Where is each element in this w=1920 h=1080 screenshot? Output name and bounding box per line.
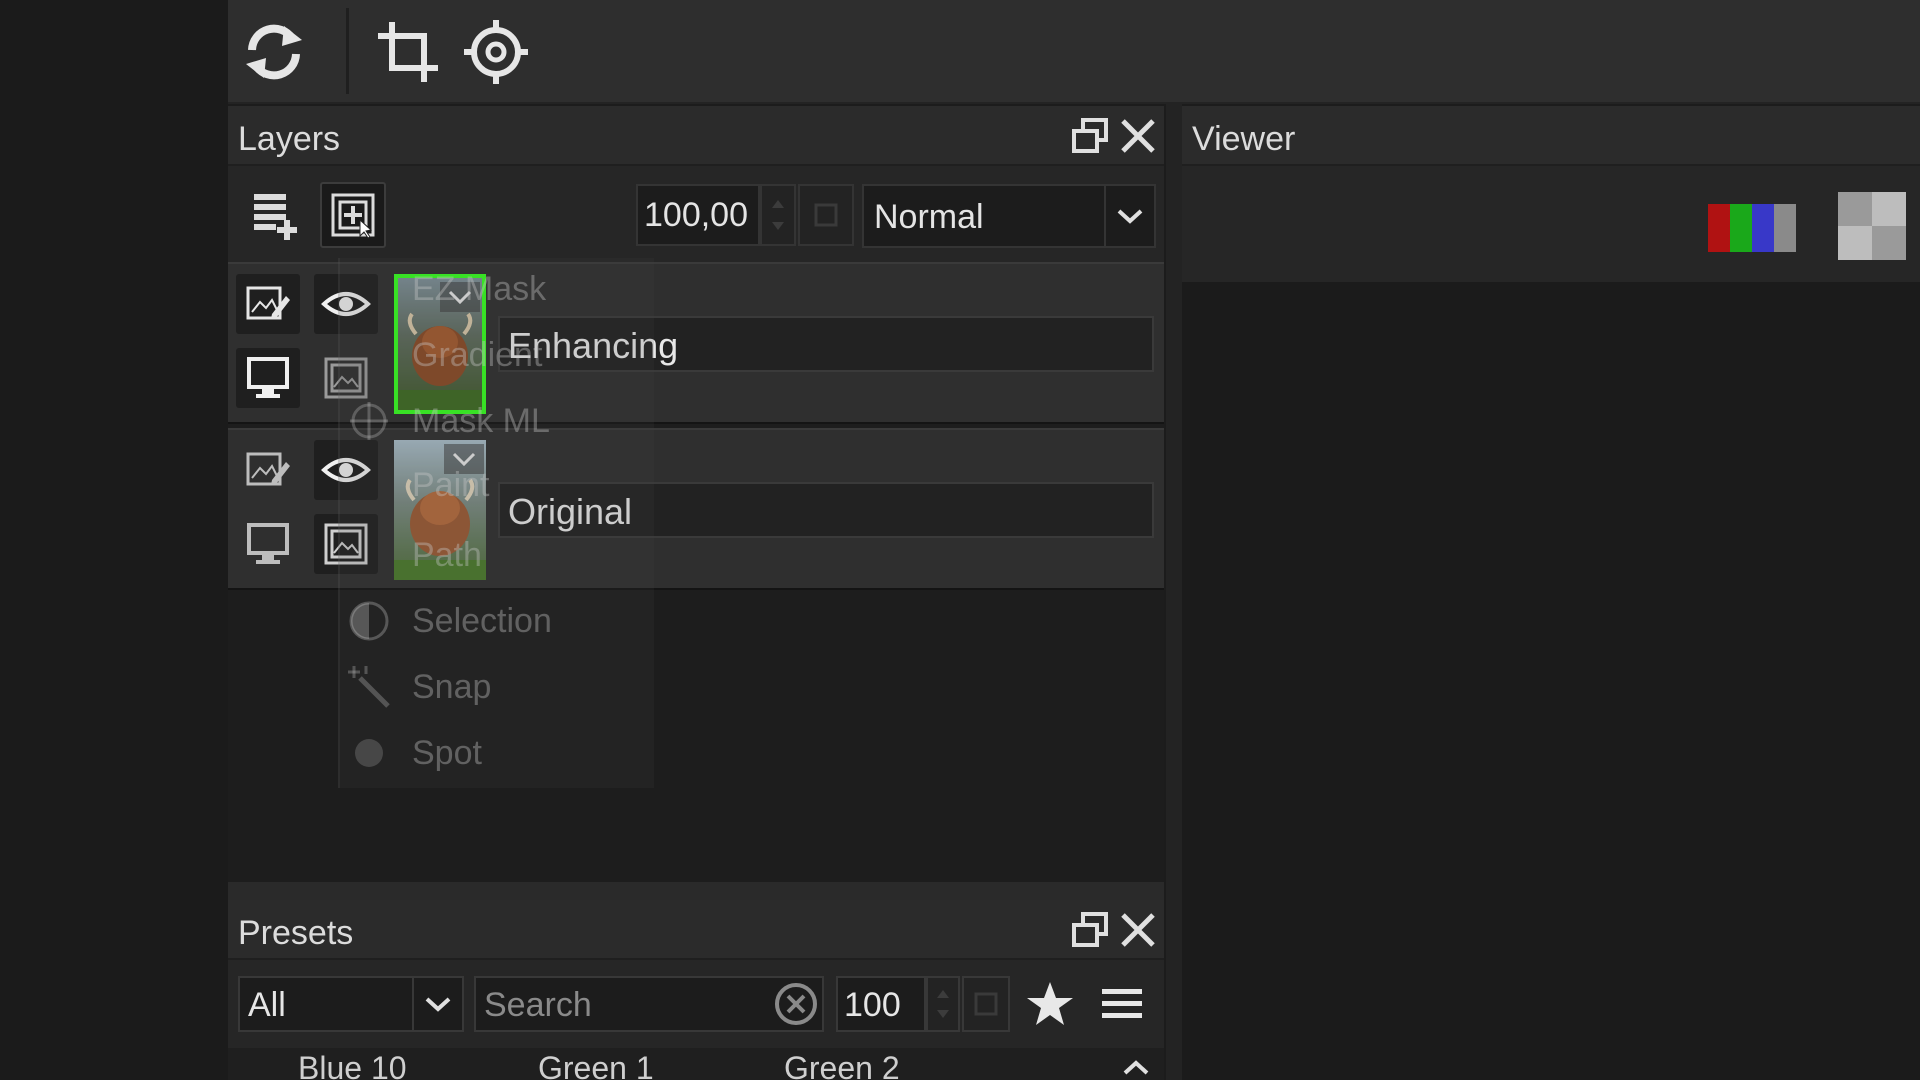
favorites-button[interactable]	[1018, 972, 1082, 1036]
spinner-arrows-icon	[937, 990, 949, 1018]
panel-splitter[interactable]	[1166, 104, 1182, 1080]
rotate-target-button[interactable]	[454, 10, 538, 94]
presets-panel-header: Presets	[228, 900, 1164, 960]
top-toolbar	[228, 0, 1920, 104]
presets-search-input[interactable]: Search	[474, 976, 824, 1032]
mask-image-icon	[324, 523, 368, 565]
search-placeholder: Search	[484, 986, 592, 1024]
opacity-spinner[interactable]	[760, 184, 796, 246]
layer-mask-button[interactable]	[314, 514, 378, 574]
monitor-icon	[247, 523, 289, 564]
layers-panel-header: Layers	[228, 106, 1164, 166]
crop-icon	[378, 22, 438, 82]
crop-button[interactable]	[366, 10, 450, 94]
presets-panel-title: Presets	[238, 914, 354, 952]
chevron-down-icon	[412, 978, 462, 1030]
layers-panel-body: 100,00 Normal Enhancing Original	[228, 166, 1164, 882]
viewer-panel-title: Viewer	[1192, 120, 1296, 158]
opacity-reset-button[interactable]	[798, 184, 854, 246]
edit-layer-icon	[246, 452, 290, 486]
app-window: Layers 100,00 Normal Enhancing Original …	[0, 0, 1920, 1080]
rgb-channels-icon	[1708, 204, 1796, 252]
monitor-icon	[247, 357, 289, 398]
presets-amount-reset[interactable]	[962, 976, 1010, 1032]
layer-row-enhancing[interactable]: Enhancing	[228, 262, 1164, 424]
chevron-down-icon	[1104, 186, 1154, 246]
layer-visibility-toggle[interactable]	[314, 274, 378, 334]
add-mask-icon	[331, 193, 375, 239]
layer-visibility-toggle[interactable]	[314, 440, 378, 500]
reset-square-icon	[974, 992, 998, 1016]
presets-menu-button[interactable]	[1090, 972, 1154, 1036]
layer-name-field[interactable]: Original	[498, 482, 1154, 538]
target-rotate-icon	[464, 20, 528, 84]
layer-row-original[interactable]: Original	[228, 428, 1164, 590]
presets-amount-spinner[interactable]	[926, 976, 960, 1032]
layer-thumbnail[interactable]	[394, 440, 486, 580]
preset-item[interactable]: Blue 10	[298, 1050, 407, 1080]
viewer-panel-header: Viewer	[1182, 106, 1920, 166]
reset-square-icon	[814, 203, 838, 227]
checkerboard-icon	[1838, 192, 1906, 260]
mask-image-icon	[324, 357, 368, 399]
layers-panel-title: Layers	[238, 120, 341, 158]
presets-undock-button[interactable]	[1070, 910, 1110, 950]
refresh-button[interactable]	[232, 10, 316, 94]
add-mask-button[interactable]	[320, 182, 386, 248]
toolbar-separator	[346, 8, 349, 94]
presets-list: Blue 10 Green 1 Green 2	[228, 1048, 1164, 1080]
blend-mode-label: Normal	[874, 198, 984, 236]
blend-mode-select[interactable]: Normal	[862, 184, 1156, 248]
presets-panel-body: All Search 100 Blue 10 Green 1 Green 2	[228, 960, 1164, 1080]
add-layer-icon	[254, 194, 297, 240]
hamburger-menu-icon	[1102, 989, 1142, 1018]
layer-edit-button[interactable]	[236, 274, 300, 334]
close-icon	[1121, 913, 1155, 947]
presets-category-label: All	[248, 986, 286, 1024]
close-icon	[1121, 119, 1155, 153]
transparency-grid-button[interactable]	[1838, 192, 1906, 260]
layer-thumbnail[interactable]	[394, 274, 486, 414]
edit-layer-icon	[246, 286, 290, 320]
eye-icon	[321, 292, 371, 316]
viewer-toolbar	[1182, 166, 1920, 282]
presets-amount-input[interactable]: 100	[836, 976, 926, 1032]
preset-item[interactable]: Green 1	[538, 1050, 654, 1080]
rgb-channels-button[interactable]	[1708, 202, 1796, 254]
opacity-input[interactable]: 100,00	[636, 184, 760, 246]
chevron-down-icon[interactable]	[440, 282, 480, 312]
refresh-icon	[246, 24, 302, 80]
layer-display-button[interactable]	[236, 348, 300, 408]
left-empty-area	[0, 0, 228, 1080]
layer-display-button[interactable]	[236, 514, 300, 574]
spinner-arrows-icon	[772, 200, 784, 230]
presets-category-select[interactable]: All	[238, 976, 464, 1032]
undock-icon	[1072, 912, 1108, 947]
preset-item[interactable]: Green 2	[784, 1050, 900, 1080]
star-icon	[1027, 982, 1073, 1025]
layer-edit-button[interactable]	[236, 440, 300, 500]
eye-icon	[321, 458, 371, 482]
layer-name-field[interactable]: Enhancing	[498, 316, 1154, 372]
clear-search-icon[interactable]	[774, 982, 818, 1026]
layer-mask-button[interactable]	[314, 348, 378, 408]
layers-undock-button[interactable]	[1070, 116, 1110, 156]
add-layer-button[interactable]	[242, 182, 308, 248]
layers-toolbar: 100,00 Normal	[228, 166, 1164, 262]
chevron-up-icon[interactable]	[1116, 1054, 1156, 1080]
undock-icon	[1072, 118, 1108, 153]
viewer-panel-body	[1182, 166, 1920, 1080]
layers-close-button[interactable]	[1118, 116, 1158, 156]
chevron-down-icon[interactable]	[444, 444, 484, 474]
presets-close-button[interactable]	[1118, 910, 1158, 950]
panel-splitter-horizontal[interactable]	[228, 882, 1164, 900]
